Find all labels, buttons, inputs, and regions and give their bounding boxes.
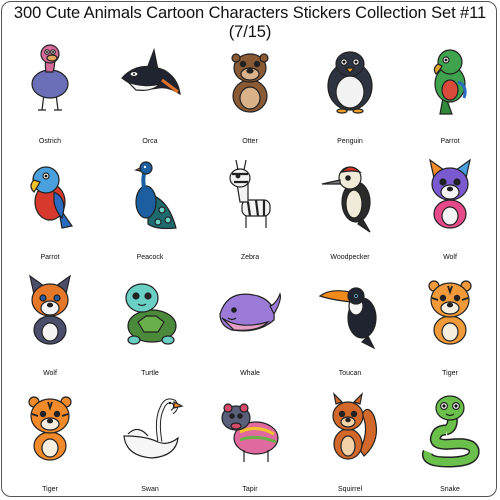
wolf-icon xyxy=(29,274,71,345)
toucan-icon xyxy=(318,287,377,350)
sticker-penguin: Penguin xyxy=(300,32,400,148)
sticker-tiger: Tiger xyxy=(400,264,500,380)
sticker-label: Parrot xyxy=(40,254,60,261)
sticker-peacock: Peacock xyxy=(100,148,200,264)
turtle-icon xyxy=(125,283,177,345)
sticker-label: Otter xyxy=(242,138,258,145)
snake-icon xyxy=(422,395,480,468)
sticker-label: Toucan xyxy=(338,370,362,377)
sticker-label: Orca xyxy=(142,138,158,145)
sticker-snake: Snake xyxy=(400,380,500,496)
sticker-label: Woodpecker xyxy=(330,254,370,261)
otter-icon xyxy=(231,53,269,113)
sticker-orca: Orca xyxy=(100,32,200,148)
parrot-icon xyxy=(433,49,467,115)
sticker-label: Ostrich xyxy=(38,138,62,145)
penguin-icon xyxy=(327,51,373,114)
ostrich-icon xyxy=(31,44,69,111)
sticker-label: Snake xyxy=(440,486,460,493)
sticker-whale: Whale xyxy=(200,264,300,380)
sticker-grid: Ostrich Orca Otter Penguin Parrot Parrot… xyxy=(0,32,500,496)
sticker-parrot: Parrot xyxy=(400,32,500,148)
sticker-label: Squirrel xyxy=(337,486,363,493)
wolf-icon xyxy=(429,158,471,229)
parrot-icon xyxy=(30,166,74,229)
sticker-label: Parrot xyxy=(440,138,460,145)
sticker-label: Penguin xyxy=(337,138,363,145)
tiger-icon xyxy=(428,280,472,345)
sticker-label: Wolf xyxy=(443,254,457,261)
sticker-label: Turtle xyxy=(141,370,159,377)
sticker-swan: Swan xyxy=(100,380,200,496)
zebra-icon xyxy=(229,159,271,228)
sticker-label: Tiger xyxy=(442,370,458,377)
sticker-parrot: Parrot xyxy=(0,148,100,264)
sticker-label: Whale xyxy=(240,370,260,377)
orca-icon xyxy=(121,47,181,96)
sticker-label: Wolf xyxy=(43,370,57,377)
sticker-toucan: Toucan xyxy=(300,264,400,380)
sticker-tiger: Tiger xyxy=(0,380,100,496)
sticker-tapir: Tapir xyxy=(200,380,300,496)
sticker-label: Zebra xyxy=(240,254,260,261)
sticker-wolf: Wolf xyxy=(400,148,500,264)
sticker-wolf: Wolf xyxy=(0,264,100,380)
sticker-turtle: Turtle xyxy=(100,264,200,380)
whale-icon xyxy=(219,292,281,332)
sticker-label: Tiger xyxy=(42,486,58,493)
tapir-icon xyxy=(221,403,279,462)
sticker-zebra: Zebra xyxy=(200,148,300,264)
sticker-label: Swan xyxy=(141,486,159,493)
sticker-woodpecker: Woodpecker xyxy=(300,148,400,264)
sticker-otter: Otter xyxy=(200,32,300,148)
woodpecker-icon xyxy=(321,166,371,233)
sticker-label: Tapir xyxy=(242,486,258,493)
sticker-ostrich: Ostrich xyxy=(0,32,100,148)
sticker-squirrel: Squirrel xyxy=(300,380,400,496)
swan-icon xyxy=(123,398,184,459)
squirrel-icon xyxy=(332,392,377,460)
tiger-icon xyxy=(28,396,72,461)
peacock-icon xyxy=(134,161,177,230)
sticker-label: Peacock xyxy=(136,254,164,261)
